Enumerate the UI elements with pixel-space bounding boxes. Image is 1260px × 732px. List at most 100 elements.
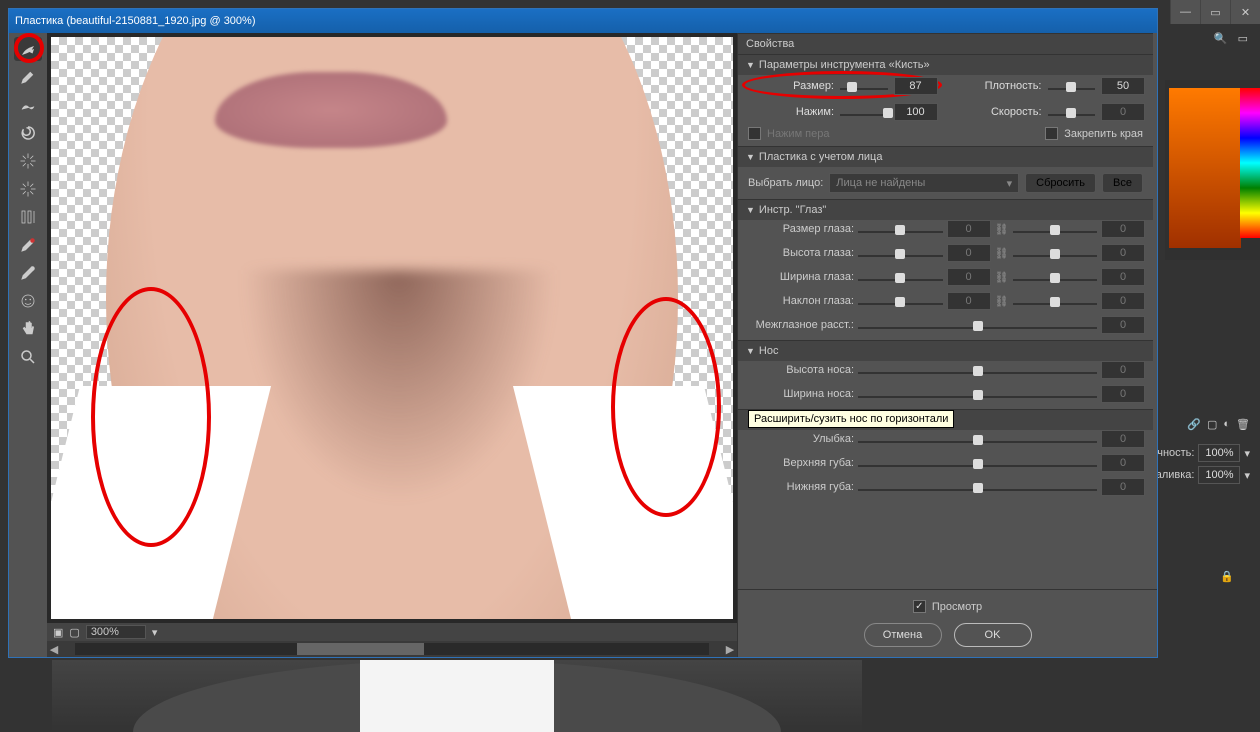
nose-width-input[interactable]: [1101, 385, 1145, 403]
hue-strip[interactable]: [1240, 88, 1260, 238]
fill-input[interactable]: [1198, 466, 1240, 484]
maximize-button[interactable]: ▭: [1200, 0, 1230, 24]
reconstruct-tool[interactable]: [14, 65, 42, 89]
nose-height-input[interactable]: [1101, 361, 1145, 379]
chevron-down-icon[interactable]: ▾: [1244, 447, 1250, 460]
liquify-canvas[interactable]: [51, 37, 733, 619]
document-thumbnail: [52, 660, 862, 732]
close-button[interactable]: ✕: [1230, 0, 1260, 24]
color-gradient[interactable]: [1169, 88, 1241, 248]
eye-distance-input[interactable]: [1101, 316, 1145, 334]
nose-header[interactable]: ▼ Нос: [738, 340, 1153, 361]
eye-height-right-input[interactable]: [1101, 244, 1145, 262]
size-slider[interactable]: [840, 79, 888, 93]
eye-size-left-slider[interactable]: [858, 222, 943, 236]
link-icon[interactable]: ⛓: [995, 247, 1009, 260]
scroll-right-icon[interactable]: ▶: [723, 643, 737, 656]
eye-tilt-left-input[interactable]: [947, 292, 991, 310]
twirl-tool[interactable]: [14, 121, 42, 145]
eyes-header[interactable]: ▼ Инстр. "Глаз": [738, 199, 1153, 220]
liquify-dialog: Пластика (beautiful-2150881_1920.jpg @ 3…: [8, 8, 1158, 658]
adjust-icon[interactable]: ◐: [1223, 418, 1230, 431]
upper-lip-slider[interactable]: [858, 456, 1097, 470]
pressure-input[interactable]: [894, 103, 938, 121]
eye-size-right-input[interactable]: [1101, 220, 1145, 238]
eye-width-right-input[interactable]: [1101, 268, 1145, 286]
smile-input[interactable]: [1101, 430, 1145, 448]
lower-lip-slider[interactable]: [858, 480, 1097, 494]
eye-width-left-slider[interactable]: [858, 270, 943, 284]
eye-width-right-slider[interactable]: [1013, 270, 1098, 284]
eye-height-label: Высота глаза:: [746, 247, 854, 259]
lower-lip-input[interactable]: [1101, 478, 1145, 496]
zoom-input[interactable]: [86, 625, 146, 639]
brush-section-label: Параметры инструмента «Кисть»: [759, 59, 930, 71]
upper-lip-input[interactable]: [1101, 454, 1145, 472]
color-picker-panel[interactable]: [1165, 80, 1260, 260]
eye-size-right-slider[interactable]: [1013, 222, 1098, 236]
dialog-titlebar[interactable]: Пластика (beautiful-2150881_1920.jpg @ 3…: [9, 9, 1157, 33]
nose-height-slider[interactable]: [858, 363, 1097, 377]
stylus-label: Нажим пера: [767, 128, 830, 140]
chevron-down-icon[interactable]: ▾: [1244, 469, 1250, 482]
smooth-tool[interactable]: [14, 93, 42, 117]
eye-tilt-right-slider[interactable]: [1013, 294, 1098, 308]
size-input[interactable]: [894, 77, 938, 95]
stylus-checkbox: [748, 127, 761, 140]
hand-tool[interactable]: [14, 317, 42, 341]
smile-slider[interactable]: [858, 432, 1097, 446]
forward-warp-tool[interactable]: [14, 37, 42, 61]
eye-height-left-slider[interactable]: [858, 246, 943, 260]
zoom-tool[interactable]: [14, 345, 42, 369]
all-faces-button[interactable]: Все: [1102, 173, 1143, 193]
brush-section-header[interactable]: ▼ Параметры инструмента «Кисть»: [738, 54, 1153, 75]
freeze-mask-tool[interactable]: [14, 233, 42, 257]
preview-checkbox[interactable]: ✓: [913, 600, 926, 613]
pucker-tool[interactable]: [14, 149, 42, 173]
scroll-left-icon[interactable]: ◀: [47, 643, 61, 656]
ok-button[interactable]: OK: [954, 623, 1032, 647]
face-tool[interactable]: [14, 289, 42, 313]
delete-icon[interactable]: 🗑: [1236, 418, 1250, 431]
actual-icon[interactable]: ▢: [69, 626, 79, 639]
link-icon[interactable]: ⛓: [995, 295, 1009, 308]
eye-size-left-input[interactable]: [947, 220, 991, 238]
link-icon[interactable]: ⛓: [995, 223, 1009, 236]
eye-distance-label: Межглазное расст.:: [746, 319, 854, 331]
eye-tilt-left-slider[interactable]: [858, 294, 943, 308]
tooltip: Расширить/сузить нос по горизонтали: [748, 410, 954, 428]
bloat-tool[interactable]: [14, 177, 42, 201]
workspace-icon[interactable]: ▭: [1238, 32, 1248, 45]
cancel-button[interactable]: Отмена: [864, 623, 942, 647]
eye-tilt-right-input[interactable]: [1101, 292, 1145, 310]
eye-width-left-input[interactable]: [947, 268, 991, 286]
lock-icon: 🔒: [1220, 570, 1234, 583]
canvas-area: ▣ ▢ ▾ ◀ ▶: [47, 33, 737, 657]
density-input[interactable]: [1101, 77, 1145, 95]
mouth-header[interactable]: ▼ Рот Расширить/сузить нос по горизонтал…: [738, 409, 1153, 430]
thaw-mask-tool[interactable]: [14, 261, 42, 285]
link-icon[interactable]: 🔗: [1187, 418, 1201, 431]
horizontal-scrollbar[interactable]: ◀ ▶: [47, 641, 737, 657]
pin-edges-checkbox[interactable]: [1045, 127, 1058, 140]
nose-height-label: Высота носа:: [746, 364, 854, 376]
minimize-button[interactable]: —: [1170, 0, 1200, 24]
face-aware-header[interactable]: ▼ Пластика с учетом лица: [738, 146, 1153, 167]
search-icon[interactable]: 🔍: [1214, 32, 1228, 45]
push-left-tool[interactable]: [14, 205, 42, 229]
link-icon[interactable]: ⛓: [995, 271, 1009, 284]
rate-slider[interactable]: [1048, 105, 1096, 119]
reset-face-button[interactable]: Сбросить: [1025, 173, 1096, 193]
chevron-down-icon[interactable]: ▾: [152, 626, 158, 639]
eye-distance-slider[interactable]: [858, 318, 1097, 332]
eye-height-left-input[interactable]: [947, 244, 991, 262]
scrollbar-thumb[interactable]: [297, 643, 424, 655]
fit-icon[interactable]: ▣: [53, 626, 63, 639]
select-face-dropdown[interactable]: Лица не найдены ▾: [829, 173, 1019, 193]
opacity-input[interactable]: [1198, 444, 1240, 462]
pressure-slider[interactable]: [840, 105, 888, 119]
density-slider[interactable]: [1048, 79, 1096, 93]
eye-height-right-slider[interactable]: [1013, 246, 1098, 260]
nose-width-slider[interactable]: [858, 387, 1097, 401]
mask-icon[interactable]: ▢: [1207, 418, 1217, 431]
